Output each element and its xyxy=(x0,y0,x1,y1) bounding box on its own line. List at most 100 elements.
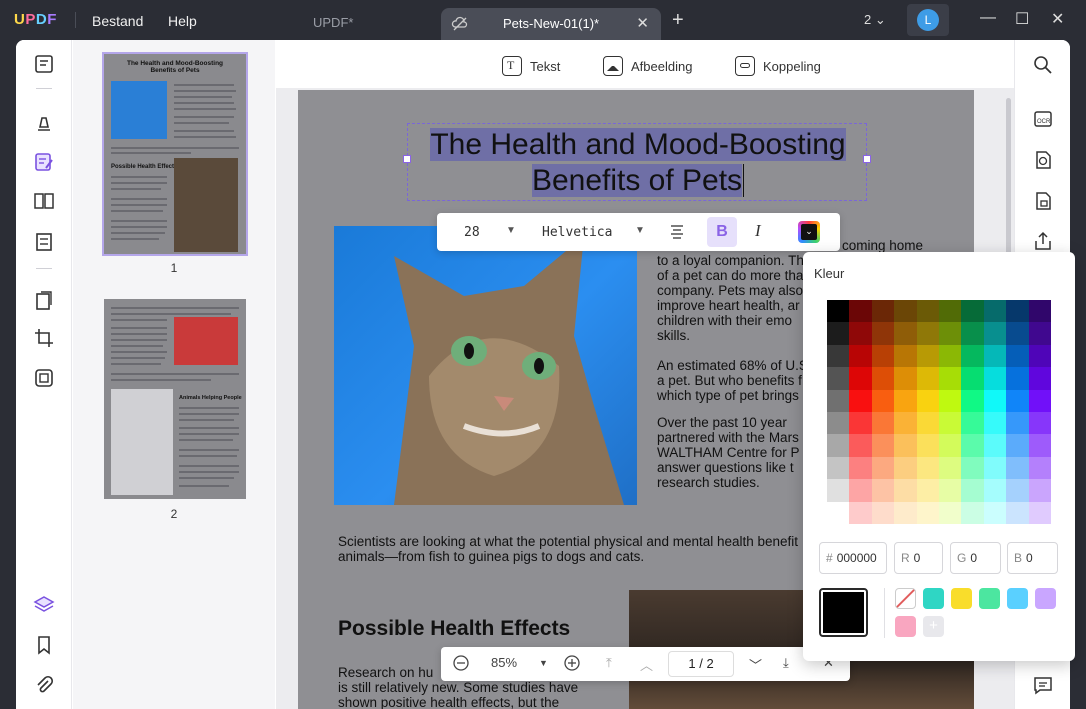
color-cell[interactable] xyxy=(961,367,984,390)
recent-color-swatch[interactable] xyxy=(923,588,944,609)
color-cell[interactable] xyxy=(827,367,850,390)
color-cell[interactable] xyxy=(827,344,850,368)
color-cell[interactable] xyxy=(849,501,872,524)
color-cell[interactable] xyxy=(1028,501,1051,524)
zoom-in-icon[interactable] xyxy=(563,654,581,675)
next-page-icon[interactable]: ﹀ xyxy=(749,655,762,674)
color-cell[interactable] xyxy=(916,389,939,412)
color-cell[interactable] xyxy=(894,411,917,435)
color-cell[interactable] xyxy=(938,300,962,323)
color-cell[interactable] xyxy=(916,411,939,435)
convert-pdf-icon[interactable] xyxy=(1032,149,1054,171)
color-cell[interactable] xyxy=(894,456,917,480)
color-cell[interactable] xyxy=(849,411,872,435)
menu-help[interactable]: Help xyxy=(168,13,197,29)
color-cell[interactable] xyxy=(894,322,917,345)
color-cell[interactable] xyxy=(894,367,917,390)
color-cell[interactable] xyxy=(1028,434,1051,457)
font-size-dropdown-icon[interactable]: ▼ xyxy=(506,225,516,236)
page-thumbnail-1[interactable]: The Health and Mood-Boosting Benefits of… xyxy=(102,52,248,256)
align-center-icon[interactable] xyxy=(669,223,685,244)
color-cell[interactable] xyxy=(916,300,939,323)
color-cell[interactable] xyxy=(871,411,895,435)
color-cell[interactable] xyxy=(871,344,895,368)
color-cell[interactable] xyxy=(1006,322,1029,345)
color-cell[interactable] xyxy=(1028,322,1051,345)
color-cell[interactable] xyxy=(916,501,939,524)
add-text-button[interactable]: T Tekst xyxy=(502,56,560,76)
color-cell[interactable] xyxy=(1006,479,1029,502)
color-cell[interactable] xyxy=(894,434,917,457)
title-text-box[interactable]: The Health and Mood-Boosting Benefits of… xyxy=(403,123,871,201)
color-cell[interactable] xyxy=(938,344,962,368)
doc-title-line2[interactable]: Benefits of Pets xyxy=(408,164,868,198)
color-cell[interactable] xyxy=(983,434,1007,457)
compare-icon[interactable] xyxy=(33,367,55,389)
paragraph-2[interactable]: An estimated 68% of U.S a pet. But who b… xyxy=(657,358,808,403)
recent-color-swatch[interactable] xyxy=(895,616,916,637)
maximize-icon[interactable]: ☐ xyxy=(1015,9,1029,29)
color-cell[interactable] xyxy=(871,300,895,323)
add-color-button[interactable]: + xyxy=(923,616,944,637)
color-cell[interactable] xyxy=(894,344,917,368)
tab-updf[interactable]: UPDF* xyxy=(313,15,353,30)
color-cell[interactable] xyxy=(1028,367,1051,390)
color-cell[interactable] xyxy=(983,479,1007,502)
color-cell[interactable] xyxy=(894,479,917,502)
color-cell[interactable] xyxy=(983,389,1007,412)
color-cell[interactable] xyxy=(1028,411,1051,435)
color-cell[interactable] xyxy=(1028,344,1051,368)
paragraph-4[interactable]: Scientists are looking at what the poten… xyxy=(338,534,798,564)
paragraph-3[interactable]: Over the past 10 year partnered with the… xyxy=(657,415,800,490)
color-cell[interactable] xyxy=(938,367,962,390)
color-cell[interactable] xyxy=(938,322,962,345)
blue-input[interactable]: B0 xyxy=(1007,542,1058,574)
section-heading[interactable]: Possible Health Effects xyxy=(338,617,570,641)
color-cell[interactable] xyxy=(849,434,872,457)
color-cell[interactable] xyxy=(938,479,962,502)
color-cell[interactable] xyxy=(894,389,917,412)
ocr-icon[interactable]: OCR xyxy=(1032,108,1054,130)
color-cell[interactable] xyxy=(983,367,1007,390)
color-cell[interactable] xyxy=(938,456,962,480)
color-cell[interactable] xyxy=(827,322,850,345)
color-cell[interactable] xyxy=(827,389,850,412)
color-cell[interactable] xyxy=(827,411,850,435)
minimize-icon[interactable]: — xyxy=(980,9,996,27)
color-cell[interactable] xyxy=(1028,456,1051,480)
protect-icon[interactable] xyxy=(1032,190,1054,212)
color-cell[interactable] xyxy=(827,501,850,524)
font-size-select[interactable]: 28 xyxy=(464,225,480,240)
color-cell[interactable] xyxy=(1006,300,1029,323)
edit-pdf-icon[interactable] xyxy=(33,151,55,173)
color-cell[interactable] xyxy=(827,434,850,457)
color-cell[interactable] xyxy=(961,434,984,457)
color-cell[interactable] xyxy=(1006,367,1029,390)
green-input[interactable]: G0 xyxy=(950,542,1001,574)
color-cell[interactable] xyxy=(916,479,939,502)
color-cell[interactable] xyxy=(849,300,872,323)
color-cell[interactable] xyxy=(871,434,895,457)
color-cell[interactable] xyxy=(1006,434,1029,457)
color-cell[interactable] xyxy=(871,456,895,480)
color-cell[interactable] xyxy=(1006,411,1029,435)
reader-icon[interactable] xyxy=(33,53,55,75)
color-cell[interactable] xyxy=(938,434,962,457)
color-grid[interactable] xyxy=(827,300,1051,524)
bold-button[interactable]: B xyxy=(707,217,737,247)
color-cell[interactable] xyxy=(871,367,895,390)
attachment-icon[interactable] xyxy=(33,674,55,696)
color-cell[interactable] xyxy=(938,411,962,435)
color-cell[interactable] xyxy=(849,367,872,390)
recent-color-swatch[interactable] xyxy=(1035,588,1056,609)
highlight-icon[interactable] xyxy=(33,112,55,134)
color-cell[interactable] xyxy=(916,367,939,390)
color-cell[interactable] xyxy=(961,300,984,323)
color-cell[interactable] xyxy=(916,456,939,480)
color-cell[interactable] xyxy=(961,322,984,345)
color-cell[interactable] xyxy=(916,434,939,457)
page-organize-icon[interactable] xyxy=(33,190,55,212)
zoom-dropdown-icon[interactable]: ▼ xyxy=(539,658,548,668)
color-cell[interactable] xyxy=(1006,389,1029,412)
recent-color-swatch[interactable] xyxy=(979,588,1000,609)
